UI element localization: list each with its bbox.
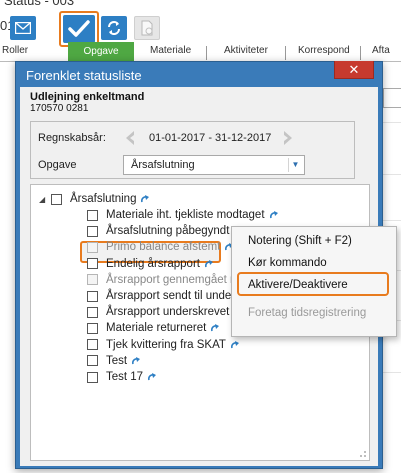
link-icon[interactable] — [269, 210, 279, 220]
tab-materiale[interactable]: Materiale — [150, 45, 191, 56]
tab-separator — [360, 46, 361, 60]
link-icon[interactable] — [131, 356, 141, 366]
tree-item[interactable]: Test 17 — [87, 369, 157, 385]
tree-item-label: Materiale iht. tjekliste modtaget — [106, 209, 265, 221]
tab-korrespond[interactable]: Korrespond — [298, 45, 350, 56]
simplified-status-button[interactable] — [63, 15, 95, 43]
tree-root-label: Årsafslutning — [70, 193, 137, 205]
context-menu: Notering (Shift + F2) Kør kommando Aktiv… — [231, 226, 397, 337]
tab-aktiviteter[interactable]: Aktiviteter — [224, 45, 268, 56]
next-year-button[interactable] — [281, 130, 295, 146]
previous-year-button[interactable] — [123, 130, 137, 146]
tab-opgave[interactable]: Opgave — [68, 42, 134, 62]
document-icon — [141, 20, 153, 36]
tree-item-checkbox[interactable] — [87, 355, 98, 367]
row-divider — [381, 122, 401, 123]
tree-item-label: Årsafslutning påbegyndt — [106, 225, 230, 238]
tree-item[interactable]: Årsrapport gennemgået m — [87, 272, 254, 288]
tree-item[interactable]: Materiale returneret — [87, 320, 220, 336]
tree-item-checkbox — [87, 241, 98, 253]
tree-item-checkbox[interactable] — [87, 371, 98, 383]
tree-item-checkbox — [87, 274, 98, 286]
tree-item[interactable]: Test — [87, 353, 141, 369]
tree-item-label: Primo balance afstemt — [106, 241, 221, 254]
fiscal-year-label: Regnskabsår: — [38, 132, 106, 144]
resize-grip-icon[interactable] — [357, 448, 367, 458]
chevron-left-icon — [126, 131, 134, 145]
tree-item-label: Test 17 — [106, 371, 144, 383]
row-divider — [381, 220, 401, 221]
client-name: Udlejning enkeltmand — [30, 91, 145, 103]
tree-item[interactable]: Årsrapport sendt til under — [87, 288, 249, 304]
row-divider — [381, 372, 401, 373]
tree-item-label: Test — [106, 354, 128, 367]
task-label: Opgave — [38, 159, 77, 171]
tree-item-label: Tjek kvittering fra SKAT — [106, 338, 226, 351]
fiscal-year-value: 01-01-2017 - 31-12-2017 — [149, 132, 272, 144]
menu-item-run-command[interactable]: Kør kommando — [248, 257, 327, 269]
dropdown-arrow-icon[interactable]: ▼ — [288, 158, 302, 172]
menu-item-time-registration: Foretag tidsregistrering — [248, 307, 367, 319]
tree-root-checkbox[interactable] — [51, 193, 62, 205]
link-icon[interactable] — [210, 323, 220, 333]
tree-item-checkbox[interactable] — [87, 258, 98, 270]
client-id: 170570 0281 — [30, 103, 89, 114]
task-select[interactable]: Årsafslutning ▼ — [123, 155, 305, 175]
refresh-button[interactable] — [101, 16, 127, 40]
close-button[interactable]: ✕ — [334, 61, 374, 79]
tree-item[interactable]: Årsrapport underskrevet — [87, 304, 243, 320]
tree-root[interactable]: ◢ Årsafslutning — [39, 191, 150, 207]
link-icon[interactable] — [204, 259, 214, 269]
tree-item-label: Årsrapport sendt til under — [106, 290, 236, 302]
filter-group: Regnskabsår: 01-01-2017 - 31-12-2017 Opg… — [30, 121, 355, 179]
tree-item[interactable]: Materiale iht. tjekliste modtaget — [87, 207, 279, 223]
check-icon — [68, 20, 90, 37]
dialog-title: Forenklet statusliste — [26, 68, 142, 83]
tree-item-checkbox[interactable] — [87, 306, 98, 318]
task-select-value: Årsafslutning — [131, 159, 195, 171]
tab-separator — [206, 46, 207, 60]
tree-item[interactable]: Tjek kvittering fra SKAT — [87, 337, 240, 353]
tree-item[interactable]: Primo balance afstemt — [87, 239, 234, 255]
mail-icon — [15, 22, 31, 34]
tree-item-checkbox[interactable] — [87, 209, 98, 221]
background-input[interactable] — [383, 88, 401, 108]
tree-item-checkbox[interactable] — [87, 225, 98, 237]
refresh-icon — [108, 21, 120, 35]
mail-button[interactable] — [10, 16, 36, 40]
window-title: Status - 003 — [4, 0, 75, 8]
tree-item-label: Årsrapport underskrevet — [106, 306, 230, 319]
tree-item[interactable]: Årsafslutning påbegyndt — [87, 223, 243, 239]
link-icon[interactable] — [147, 372, 157, 382]
menu-item-notering[interactable]: Notering (Shift + F2) — [248, 235, 352, 247]
chevron-right-icon — [284, 131, 292, 145]
tab-afta[interactable]: Afta — [372, 45, 390, 56]
link-icon[interactable] — [230, 340, 240, 350]
tree-item-label: Materiale returneret — [106, 322, 207, 335]
tab-separator — [285, 46, 286, 60]
tree-item-label: Endelig årsrapport — [106, 257, 200, 270]
tree-item-label: Årsrapport gennemgået m — [106, 273, 240, 286]
tree-item-checkbox[interactable] — [87, 290, 98, 302]
tree-item[interactable]: Endelig årsrapport — [87, 256, 214, 272]
tab-bar: Roller Opgave Materiale Aktiviteter Korr… — [0, 42, 401, 62]
tab-roller[interactable]: Roller — [2, 45, 28, 56]
menu-item-activate-deactivate[interactable]: Aktivere/Deaktivere — [248, 279, 348, 291]
document-button[interactable] — [134, 16, 160, 40]
link-icon[interactable] — [140, 194, 150, 204]
tree-item-checkbox[interactable] — [87, 322, 98, 334]
row-divider — [381, 174, 401, 175]
collapse-triangle-icon[interactable]: ◢ — [39, 195, 51, 204]
tree-item-checkbox[interactable] — [87, 339, 98, 351]
